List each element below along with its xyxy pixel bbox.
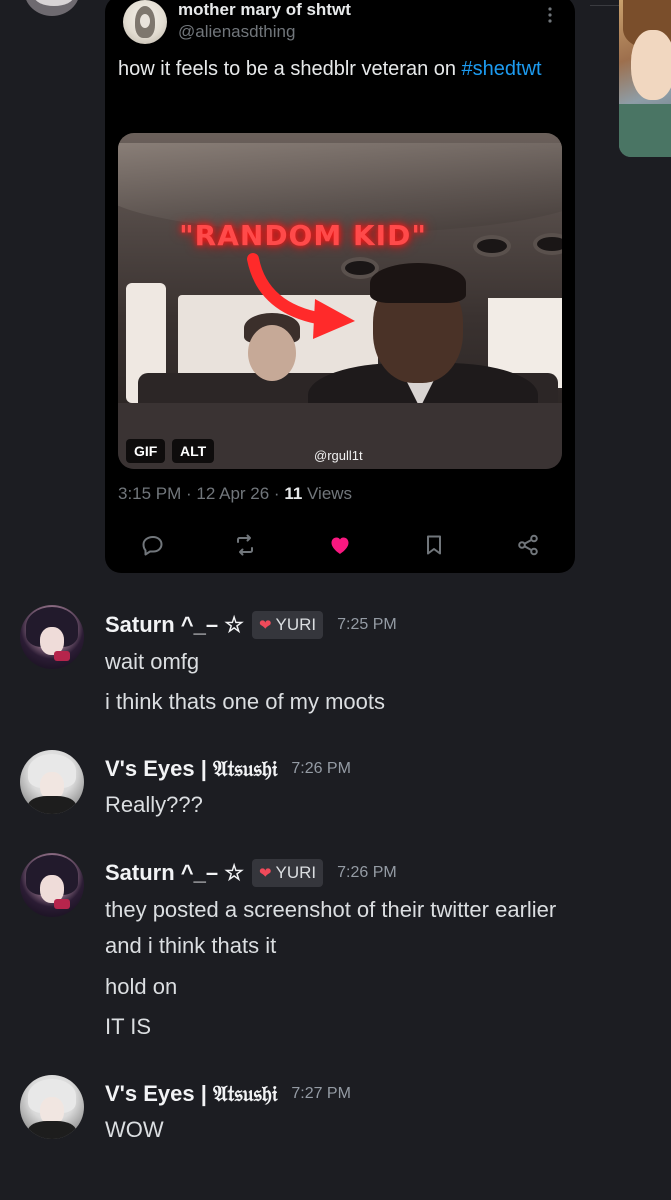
username[interactable]: V's Eyes | 𝔄𝔱𝔰𝔲𝔰𝔥𝔦 (105, 756, 277, 782)
message-header: V's Eyes | 𝔄𝔱𝔰𝔲𝔰𝔥𝔦 7:27 PM (105, 1081, 351, 1107)
role-tag[interactable]: ❤ YURI (251, 859, 324, 887)
role-tag-label: YURI (275, 863, 317, 882)
heart-icon: ❤ (258, 865, 272, 882)
message-text: i think thats one of my moots (105, 689, 386, 714)
gif-badge: GIF (126, 439, 166, 463)
timestamp[interactable]: 7:27 PM (291, 1085, 351, 1103)
username[interactable]: Saturn ^_– ☆ (105, 860, 244, 886)
avatar[interactable] (20, 853, 84, 917)
arrow-icon (247, 253, 355, 339)
avatar[interactable] (20, 605, 84, 669)
timestamp[interactable]: 7:26 PM (291, 760, 351, 778)
media-overlay-text: "RANDOM KID" (179, 219, 427, 252)
avatar[interactable] (20, 1075, 84, 1139)
tweet-text: how it feels to be a shedblr veteran on … (118, 56, 558, 83)
avatar[interactable] (20, 750, 84, 814)
divider (590, 5, 620, 6)
tweet-text-body: how it feels to be a shedblr veteran on (118, 58, 462, 80)
tweet-actions (105, 530, 575, 560)
previous-user-avatar[interactable] (22, 0, 82, 18)
message-text: WOW (105, 1117, 164, 1142)
tweet-views-label: Views (302, 484, 353, 503)
tweet-timestamp[interactable]: 3:15 PM · 12 Apr 26 · (118, 484, 284, 503)
retweet-icon[interactable] (230, 530, 260, 560)
corner-thumbnail-image[interactable] (619, 0, 671, 157)
tweet-author-avatar[interactable] (123, 0, 167, 44)
message-header: Saturn ^_– ☆ ❤ YURI 7:25 PM (105, 611, 397, 639)
role-tag[interactable]: ❤ YURI (251, 611, 324, 639)
tweet-author-name[interactable]: mother mary of shtwt (178, 0, 351, 20)
username[interactable]: V's Eyes | 𝔄𝔱𝔰𝔲𝔰𝔥𝔦 (105, 1081, 277, 1107)
media-watermark: @rgull1t (314, 448, 363, 463)
username[interactable]: Saturn ^_– ☆ (105, 612, 244, 638)
message-text: and i think thats it (105, 933, 277, 958)
tweet-media-gif[interactable]: "RANDOM KID" GIF ALT @rgull1t (118, 133, 562, 469)
alt-badge[interactable]: ALT (172, 439, 215, 463)
reply-icon[interactable] (138, 530, 168, 560)
tweet-embed-card[interactable]: mother mary of shtwt @alienasdthing how … (105, 0, 575, 573)
message-header: Saturn ^_– ☆ ❤ YURI 7:26 PM (105, 859, 397, 887)
tweet-hashtag-link[interactable]: #shedtwt (462, 58, 542, 80)
message-text: wait omfg (105, 649, 200, 674)
message-text: hold on (105, 974, 178, 999)
message-text: they posted a screenshot of their twitte… (105, 897, 557, 922)
bookmark-icon[interactable] (419, 530, 449, 560)
like-icon[interactable] (325, 530, 355, 560)
message-header: V's Eyes | 𝔄𝔱𝔰𝔲𝔰𝔥𝔦 7:26 PM (105, 756, 351, 782)
message-text: Really??? (105, 792, 203, 817)
more-vertical-icon[interactable] (545, 6, 555, 27)
role-tag-label: YURI (275, 615, 317, 634)
share-icon[interactable] (513, 530, 543, 560)
tweet-views-count: 11 (284, 484, 303, 503)
tweet-meta: 3:15 PM · 12 Apr 26 · 11 Views (118, 484, 352, 504)
heart-icon: ❤ (258, 617, 272, 634)
tweet-author-handle[interactable]: @alienasdthing (178, 22, 295, 42)
timestamp[interactable]: 7:25 PM (337, 616, 397, 634)
timestamp[interactable]: 7:26 PM (337, 864, 397, 882)
message-text: IT IS (105, 1014, 152, 1039)
